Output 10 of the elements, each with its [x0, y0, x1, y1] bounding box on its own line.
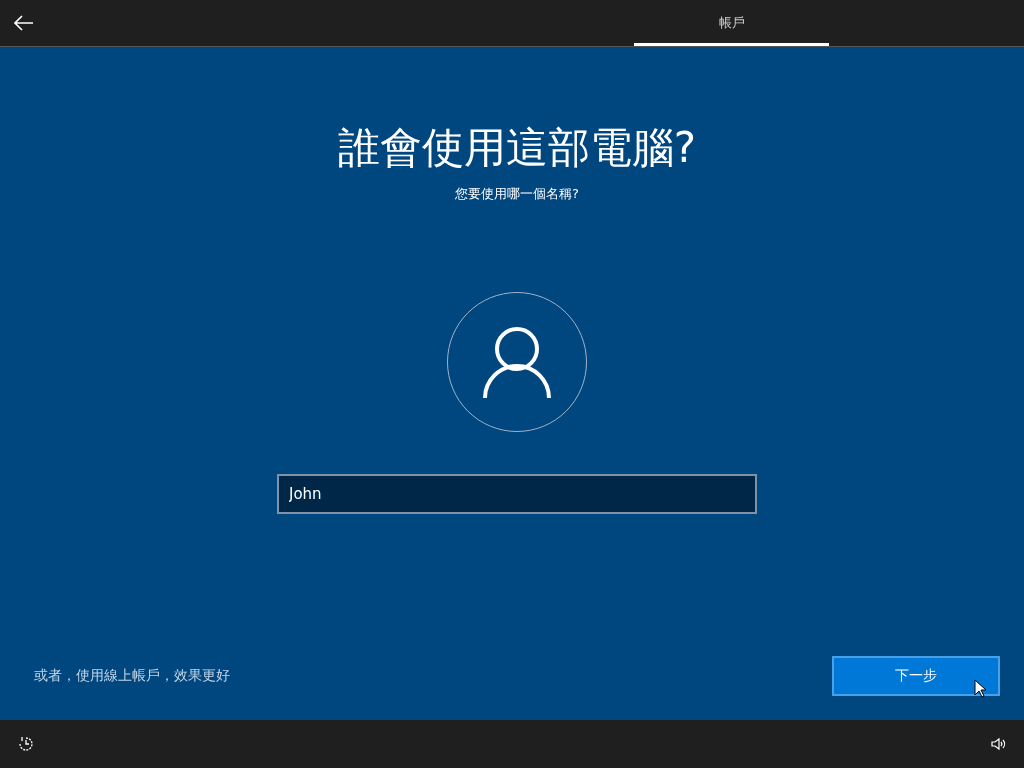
mouse-pointer-icon	[974, 679, 986, 698]
next-button[interactable]: 下一步	[832, 656, 1000, 696]
page-subtitle: 您要使用哪一個名稱?	[455, 185, 579, 203]
page-title: 誰會使用這部電腦?	[337, 122, 697, 174]
back-arrow-icon[interactable]	[14, 15, 34, 31]
accessibility-icon[interactable]	[18, 736, 34, 752]
name-input-field[interactable]: John	[277, 474, 757, 514]
online-account-link[interactable]: 或者，使用線上帳戶，效果更好	[34, 667, 230, 685]
speaker-icon[interactable]	[990, 736, 1006, 752]
user-avatar-icon	[447, 292, 587, 432]
